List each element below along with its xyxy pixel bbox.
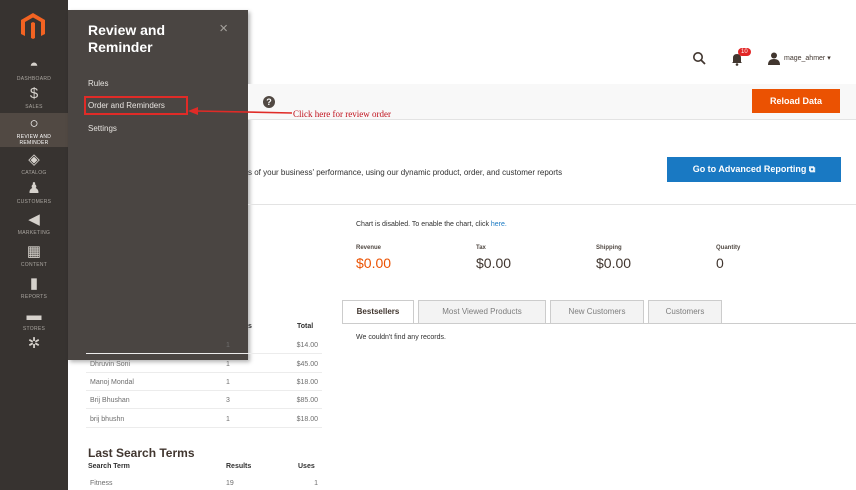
table-row: 1 $14.00 (86, 336, 322, 354)
sidebar-item-label: REPORTS (20, 294, 48, 300)
annotation-label: Click here for review order (293, 109, 391, 119)
store-icon: ▬ (26, 307, 42, 324)
search-uses: 1 (314, 480, 318, 487)
revenue-label: Revenue (356, 245, 382, 251)
tabs-baseline (342, 323, 856, 324)
customer-name: Manoj Mondal (90, 379, 134, 386)
megaphone-icon: ◀ (28, 211, 40, 228)
quantity-value: 0 (716, 255, 724, 271)
sidebar-item-customers[interactable]: ♟ CUSTOMERS (0, 180, 68, 206)
dollar-icon: $ (29, 85, 39, 102)
tab-customers[interactable]: Customers (648, 300, 722, 324)
sidebar-item-label: REVIEW AND REMINDER (16, 134, 52, 146)
sidebar-item-system[interactable]: ✲ (0, 336, 68, 354)
sidebar-item-marketing[interactable]: ◀ MARKETING (0, 211, 68, 237)
bar-chart-icon: ▮ (29, 275, 39, 292)
sidebar-item-label: CATALOG (21, 170, 47, 176)
last-search-terms-title: Last Search Terms (88, 446, 195, 460)
customer-orders: 3 (226, 397, 230, 404)
user-icon[interactable] (768, 52, 780, 65)
dashboard-icon: ◓ (29, 57, 39, 74)
sidebar-item-dashboard[interactable]: ◓ DASHBOARD (0, 57, 68, 83)
uses-column-header: Uses (298, 463, 315, 470)
admin-sidebar: ◓ DASHBOARD $ SALES ○ REVIEW AND REMINDE… (0, 0, 68, 490)
username-menu[interactable]: mage_ahmer ▾ (784, 54, 831, 62)
enable-chart-link[interactable]: here. (491, 221, 507, 228)
sidebar-item-review-and-reminder[interactable]: ○ REVIEW AND REMINDER (0, 113, 68, 147)
table-row: brij bhushn 1 $18.00 (86, 410, 322, 428)
table-row: Manoj Mondal 1 $18.00 (86, 373, 322, 391)
customer-total: $85.00 (296, 397, 318, 404)
tab-most-viewed-products[interactable]: Most Viewed Products (418, 300, 546, 324)
chart-disabled-message: Chart is disabled. To enable the chart, … (356, 221, 507, 228)
sidebar-item-reports[interactable]: ▮ REPORTS (0, 275, 68, 301)
search-term: Fitness (90, 480, 113, 487)
revenue-value: $0.00 (356, 255, 392, 271)
person-icon: ♟ (27, 180, 41, 197)
sidebar-item-sales[interactable]: $ SALES (0, 85, 68, 111)
flyout-title: Review and Reminder (88, 22, 166, 55)
gear-icon: ✲ (27, 335, 41, 352)
reload-data-button[interactable]: Reload Data (752, 89, 840, 113)
orders-column-header: s (248, 323, 252, 330)
review-reminder-flyout: Review and Reminder × Rules Order and Re… (68, 10, 248, 360)
customer-orders: 1 (226, 361, 230, 368)
notification-badge: 10 (738, 48, 751, 56)
quantity-label: Quantity (716, 245, 741, 251)
flyout-item-rules[interactable]: Rules (88, 79, 108, 88)
sidebar-item-label: CONTENT (20, 262, 48, 268)
search-term-column-header: Search Term (88, 463, 130, 470)
annotation-arrow (188, 107, 293, 115)
tax-label: Tax (476, 245, 486, 251)
circle-icon: ○ (29, 115, 39, 132)
total-column-header: Total (297, 323, 314, 330)
chart-disabled-text: Chart is disabled. To enable the chart, … (356, 221, 491, 228)
table-row: Brij Bhushan 3 $85.00 (86, 391, 322, 409)
sidebar-item-label: SALES (25, 104, 43, 110)
customer-orders: 1 (226, 416, 230, 423)
customer-total: $14.00 (296, 342, 318, 349)
advanced-reporting-info: s of your business' performance, using o… (248, 168, 563, 177)
results-column-header: Results (226, 463, 252, 470)
close-icon[interactable]: × (219, 20, 228, 37)
table-row: Fitness 19 1 (86, 474, 322, 490)
tab-new-customers[interactable]: New Customers (550, 300, 644, 324)
section-divider (248, 204, 856, 205)
tab-bestsellers[interactable]: Bestsellers (342, 300, 414, 324)
customer-total: $18.00 (296, 379, 318, 386)
magento-logo-icon[interactable] (20, 12, 46, 40)
sidebar-item-catalog[interactable]: ◈ CATALOG (0, 151, 68, 177)
customer-name: Brij Bhushan (90, 397, 130, 404)
cube-icon: ◈ (28, 151, 40, 168)
search-icon[interactable] (692, 51, 706, 65)
customer-orders: 1 (226, 342, 230, 349)
table-row: Dhruvin Soni 1 $45.00 (86, 355, 322, 373)
customer-total: $45.00 (296, 361, 318, 368)
customer-name: brij bhushn (90, 416, 125, 423)
customer-total: $18.00 (296, 416, 318, 423)
sidebar-item-stores[interactable]: ▬ STORES (0, 307, 68, 333)
advanced-reporting-button[interactable]: Go to Advanced Reporting ⧉ (667, 157, 841, 182)
sidebar-item-label: STORES (22, 326, 46, 332)
sidebar-item-label: MARKETING (17, 230, 51, 236)
sidebar-item-label: CUSTOMERS (16, 199, 52, 205)
customer-name: Dhruvin Soni (90, 361, 131, 368)
highlight-box (84, 96, 188, 115)
shipping-label: Shipping (596, 245, 622, 251)
sidebar-item-label: DASHBOARD (16, 76, 52, 82)
shipping-value: $0.00 (596, 255, 632, 271)
no-records-message: We couldn't find any records. (356, 334, 446, 341)
sidebar-item-content[interactable]: ▦ CONTENT (0, 243, 68, 269)
tax-value: $0.00 (476, 255, 512, 271)
flyout-item-settings[interactable]: Settings (88, 124, 117, 133)
layout-icon: ▦ (26, 243, 42, 260)
customer-orders: 1 (226, 379, 230, 386)
search-results: 19 (226, 480, 234, 487)
